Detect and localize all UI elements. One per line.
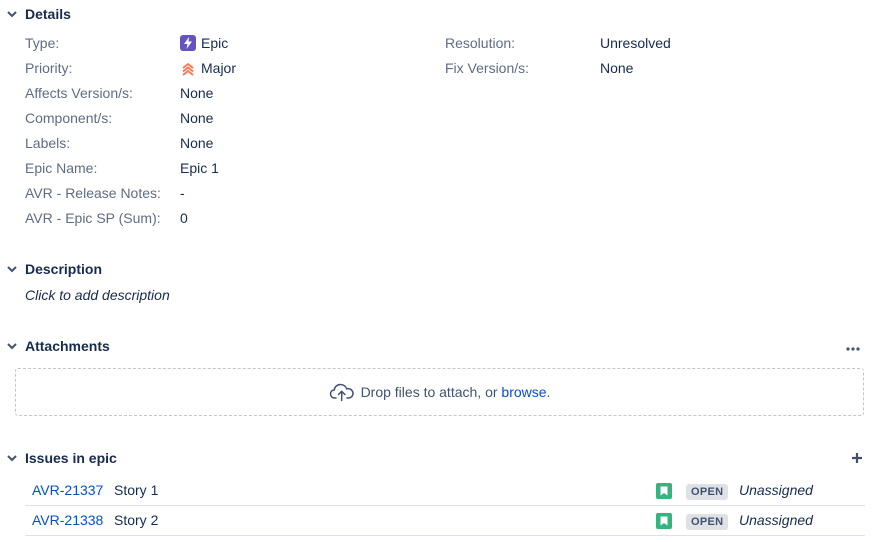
status-badge[interactable]: OPEN xyxy=(686,514,729,530)
table-row[interactable]: AVR-21337 Story 1 OPEN Unassigned xyxy=(25,476,865,506)
cloud-upload-icon xyxy=(329,383,354,402)
chevron-down-icon xyxy=(6,8,18,20)
priority-value[interactable]: Major xyxy=(180,60,236,76)
epic-sp-label: AVR - Epic SP (Sum): xyxy=(25,210,161,226)
priority-label: Priority: xyxy=(25,60,73,76)
issue-summary[interactable]: Story 2 xyxy=(114,512,158,528)
issue-key-link[interactable]: AVR-21337 xyxy=(32,482,103,498)
component-value[interactable]: None xyxy=(180,110,213,126)
drop-suffix: . xyxy=(546,384,551,400)
issue-summary[interactable]: Story 1 xyxy=(114,482,158,498)
priority-major-icon xyxy=(182,62,194,76)
issues-in-epic-heading: Issues in epic xyxy=(25,450,117,466)
story-icon xyxy=(656,483,672,499)
lightning-icon xyxy=(180,35,196,51)
chevron-down-icon xyxy=(6,263,18,275)
release-notes-label: AVR - Release Notes: xyxy=(25,185,161,201)
attachments-section-toggle[interactable]: Attachments xyxy=(6,338,110,354)
release-notes-value[interactable]: - xyxy=(180,185,185,201)
attachments-heading: Attachments xyxy=(25,338,110,354)
description-placeholder[interactable]: Click to add description xyxy=(25,287,170,303)
more-icon[interactable] xyxy=(844,343,862,355)
story-icon xyxy=(656,513,672,529)
epic-sp-value: 0 xyxy=(180,210,188,226)
fix-version-label: Fix Version/s: xyxy=(445,60,530,76)
labels-value[interactable]: None xyxy=(180,135,213,151)
affects-version-label: Affects Version/s: xyxy=(25,85,133,101)
assignee: Unassigned xyxy=(739,482,813,498)
chevron-down-icon xyxy=(6,340,18,352)
chevron-down-icon xyxy=(6,452,18,464)
details-section-toggle[interactable]: Details xyxy=(6,6,71,22)
labels-label: Labels: xyxy=(25,135,71,151)
component-label: Component/s: xyxy=(25,110,113,126)
resolution-label: Resolution: xyxy=(445,35,516,51)
resolution-value: Unresolved xyxy=(600,35,671,51)
plus-icon[interactable] xyxy=(850,451,864,465)
fix-version-value[interactable]: None xyxy=(600,60,633,76)
type-value: Epic xyxy=(180,35,228,51)
table-row[interactable]: AVR-21338 Story 2 OPEN Unassigned xyxy=(25,506,865,536)
epic-name-value[interactable]: Epic 1 xyxy=(180,160,219,176)
issues-in-epic-section-toggle[interactable]: Issues in epic xyxy=(6,450,117,466)
priority-value-text: Major xyxy=(201,60,237,76)
drop-text: Drop files to attach, or xyxy=(360,384,502,400)
type-label: Type: xyxy=(25,35,60,51)
epic-name-label: Epic Name: xyxy=(25,160,98,176)
description-heading: Description xyxy=(25,261,103,277)
type-value-text: Epic xyxy=(201,35,229,51)
attachment-dropzone[interactable]: Drop files to attach, or browse . xyxy=(15,368,864,416)
affects-version-value[interactable]: None xyxy=(180,85,213,101)
assignee: Unassigned xyxy=(739,512,813,528)
details-heading: Details xyxy=(25,6,71,22)
browse-link[interactable]: browse xyxy=(501,384,546,400)
issue-key-link[interactable]: AVR-21338 xyxy=(32,512,103,528)
status-badge[interactable]: OPEN xyxy=(686,484,729,500)
description-section-toggle[interactable]: Description xyxy=(6,261,102,277)
